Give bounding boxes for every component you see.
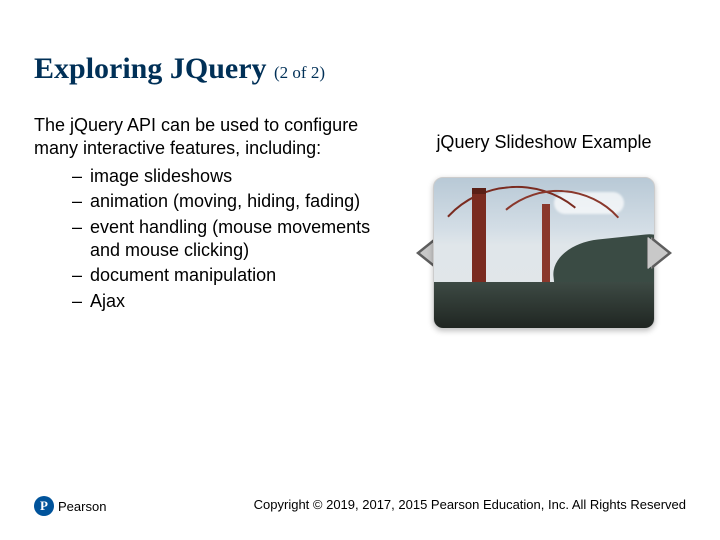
list-item: Ajax — [72, 290, 374, 313]
copyright-text: Copyright © 2019, 2017, 2015 Pearson Edu… — [254, 497, 686, 512]
page-indicator: (2 of 2) — [274, 63, 325, 82]
content-row: The jQuery API can be used to configure … — [34, 114, 686, 329]
publisher-logo: P Pearson — [34, 496, 106, 516]
list-item: animation (moving, hiding, fading) — [72, 190, 374, 213]
left-column: The jQuery API can be used to configure … — [34, 114, 374, 329]
list-item: image slideshows — [72, 165, 374, 188]
slide-body: Exploring JQuery (2 of 2) The jQuery API… — [0, 0, 720, 329]
bullet-list: image slideshows animation (moving, hidi… — [34, 165, 374, 313]
list-item: event handling (mouse movements and mous… — [72, 216, 374, 263]
slideshow-image[interactable] — [433, 177, 655, 329]
intro-text: The jQuery API can be used to configure … — [34, 114, 374, 161]
list-item: document manipulation — [72, 264, 374, 287]
title-text: Exploring JQuery — [34, 52, 267, 85]
right-column: jQuery Slideshow Example — [402, 114, 686, 329]
slide-title: Exploring JQuery (2 of 2) — [34, 52, 686, 86]
next-arrow-icon[interactable] — [652, 237, 672, 269]
slideshow-widget — [424, 177, 664, 329]
example-title: jQuery Slideshow Example — [402, 132, 686, 153]
logo-mark-icon: P — [34, 496, 54, 516]
foreground-shape — [434, 282, 654, 328]
logo-letter: P — [40, 498, 48, 514]
publisher-name: Pearson — [58, 499, 106, 514]
